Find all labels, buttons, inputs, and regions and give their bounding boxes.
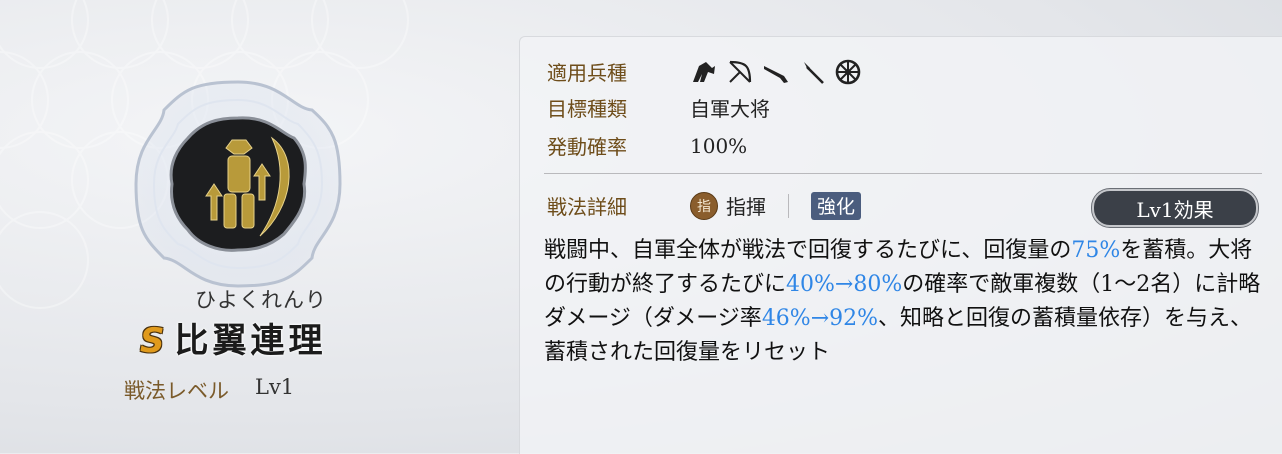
description-highlight: 40%→80% (786, 272, 903, 297)
skill-detail-row: 戦法詳細 指 指揮 強化 (547, 191, 862, 220)
target-type-row: 目標種類 自軍大将 (547, 93, 770, 122)
gun-icon (764, 65, 788, 83)
troop-icons (690, 58, 862, 86)
level-label: 戦法レベル (124, 379, 229, 403)
skill-description: 戦闘中、自軍全体が戦法で回復するたびに、回復量の75%を蓄積。大将の行動が終了す… (544, 234, 1264, 370)
description-highlight: 46%→92% (761, 306, 879, 331)
description-text: 戦闘中、自軍全体が戦法で回復するたびに、回復量の (544, 238, 1072, 263)
skill-detail-label: 戦法詳細 (547, 195, 627, 219)
bow-icon (729, 60, 752, 83)
skill-name: 比翼連理 (174, 321, 327, 361)
buff-tag: 強化 (811, 191, 862, 220)
divider (544, 173, 1262, 174)
description-highlight: 75% (1071, 238, 1121, 263)
trigger-rate-value: 100% (690, 133, 748, 158)
lv1-effect-button[interactable]: Lv1効果 (1092, 189, 1258, 227)
spear-icon (804, 61, 824, 84)
separator (788, 193, 789, 218)
level-value: Lv1 (255, 375, 295, 399)
troop-type-row: 適用兵種 (547, 57, 862, 86)
trigger-rate-label: 発動確率 (547, 135, 627, 159)
command-badge-icon: 指 (690, 191, 718, 220)
skill-title: S 比翼連理 (140, 313, 327, 362)
trigger-rate-row: 発動確率 100% (547, 131, 747, 160)
command-type: 指揮 (726, 195, 766, 219)
skill-detail-panel: 適用兵種 目標種類 自軍大将 発動確率 100% 戦法詳細 指 指揮 強化 Lv… (519, 36, 1282, 454)
rank-badge: S (140, 321, 165, 361)
wheel-icon (835, 59, 861, 84)
skill-reading: ひよくれんり (195, 288, 327, 312)
skill-level-row: 戦法レベル Lv1 (124, 375, 294, 405)
target-type-value: 自軍大将 (690, 97, 770, 121)
skill-emblem-icon (134, 80, 342, 288)
cavalry-icon (693, 61, 715, 82)
target-type-label: 目標種類 (547, 97, 627, 121)
troop-type-label: 適用兵種 (547, 61, 627, 85)
